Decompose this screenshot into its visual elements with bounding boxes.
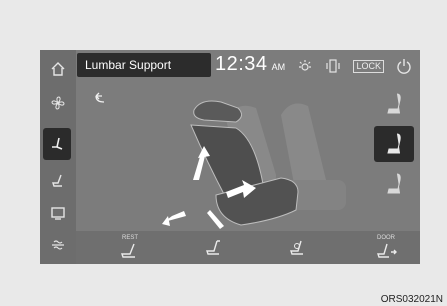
door-mode-button[interactable]: DOOR <box>356 231 416 264</box>
rest-seat-icon <box>121 243 135 258</box>
sun-icon[interactable] <box>297 58 313 74</box>
fan-icon[interactable] <box>40 88 76 118</box>
home-icon[interactable] <box>40 54 76 84</box>
page-title: Lumbar Support <box>77 53 211 77</box>
door-seat-icon <box>377 243 397 258</box>
back-arrow-icon[interactable] <box>95 92 105 103</box>
clock-time: 12:34 <box>215 53 268 75</box>
left-rail <box>40 50 76 264</box>
status-icons: LOCK <box>297 56 412 76</box>
seat-illustration <box>76 80 376 230</box>
seat-graphic <box>95 92 346 229</box>
seat-recline-icon[interactable] <box>40 166 76 196</box>
seat-thumb-2-icon[interactable] <box>374 126 414 162</box>
seat-icon[interactable] <box>43 128 71 160</box>
phone-vibrate-icon[interactable] <box>325 58 341 74</box>
power-icon[interactable] <box>396 58 412 74</box>
seat-top-button[interactable] <box>184 231 244 264</box>
bottom-bar: REST DOOR <box>76 231 420 264</box>
seat-thumb-3-icon[interactable] <box>374 166 414 202</box>
door-label: DOOR <box>377 235 395 241</box>
seat-massage-icon <box>290 240 303 255</box>
heater-icon[interactable] <box>40 230 76 260</box>
clock-ampm: AM <box>271 62 286 72</box>
seat-thumb-1-icon[interactable] <box>374 86 414 122</box>
seat-top-icon <box>206 239 220 255</box>
clock: 12:34 AM <box>215 53 285 79</box>
figure-caption: ORS032021N <box>380 294 443 305</box>
seat-control-screen: Lumbar Support 12:34 AM LOCK REST DOOR <box>40 50 420 264</box>
seat-thumbnails <box>374 86 414 226</box>
seat-massage-button[interactable] <box>268 231 328 264</box>
rest-label: REST <box>121 235 138 241</box>
lock-button[interactable]: LOCK <box>353 59 384 73</box>
rest-mode-button[interactable]: REST <box>100 231 160 264</box>
screen-icon[interactable] <box>40 198 76 228</box>
